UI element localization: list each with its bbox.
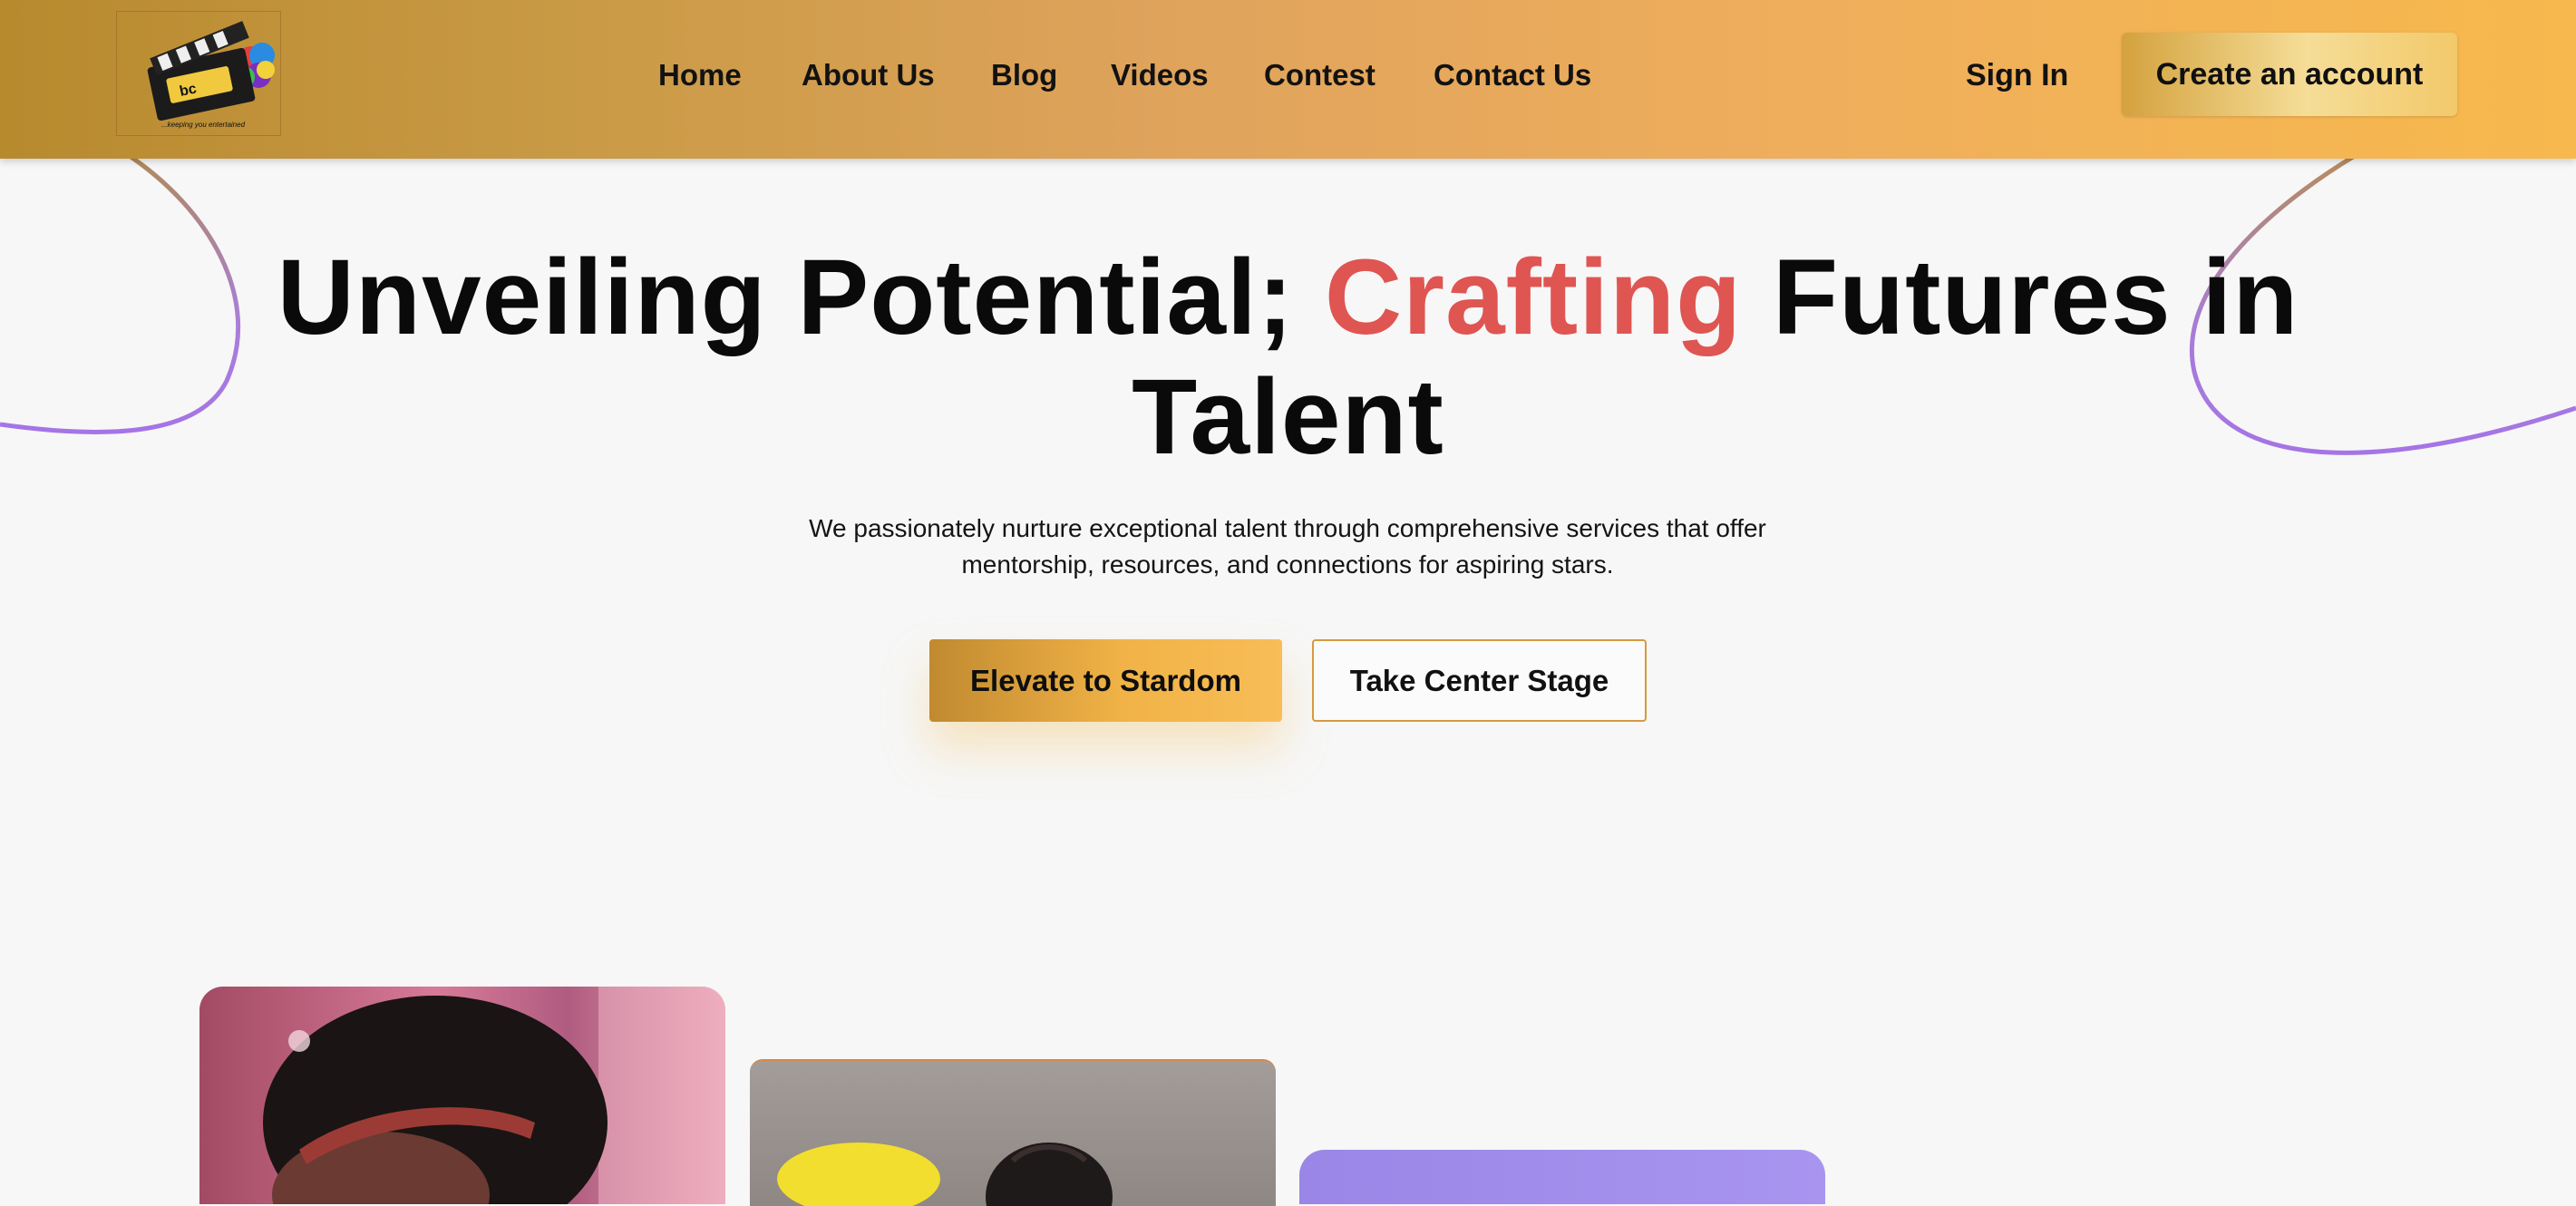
hero-title-part1: Unveiling Potential;: [277, 238, 1325, 357]
nav-contest[interactable]: Contest: [1264, 53, 1375, 98]
nav-blog[interactable]: Blog: [991, 53, 1057, 98]
sign-in-link[interactable]: Sign In: [1966, 53, 2068, 98]
promo-card[interactable]: [1299, 1150, 1825, 1204]
nav-videos[interactable]: Videos: [1111, 53, 1209, 98]
site-logo[interactable]: bc ...keeping you entertained: [116, 11, 281, 136]
talent-photo-image: [263, 987, 725, 1204]
nav-contact-us[interactable]: Contact Us: [1434, 53, 1591, 98]
talent-photo-card[interactable]: [750, 1059, 1276, 1206]
logo-tagline: ...keeping you entertained: [160, 121, 246, 129]
talent-photo-card[interactable]: [199, 987, 725, 1204]
hero-title-accent: Crafting: [1324, 238, 1743, 357]
nav-home[interactable]: Home: [658, 53, 742, 98]
clapperboard-logo-icon: bc: [147, 21, 275, 122]
nav-about-us[interactable]: About Us: [802, 53, 935, 98]
create-account-button[interactable]: Create an account: [2122, 33, 2457, 116]
elevate-to-stardom-button[interactable]: Elevate to Stardom: [929, 639, 1282, 722]
hero-subtitle: We passionately nurture exceptional tale…: [809, 514, 1766, 579]
hero-title: Unveiling Potential; Crafting Futures in…: [272, 238, 2304, 477]
take-center-stage-button[interactable]: Take Center Stage: [1312, 639, 1647, 722]
talent-photo-image: [777, 1143, 1113, 1206]
top-navigation-bar: bc ...keeping you entertained Home About…: [0, 0, 2576, 159]
